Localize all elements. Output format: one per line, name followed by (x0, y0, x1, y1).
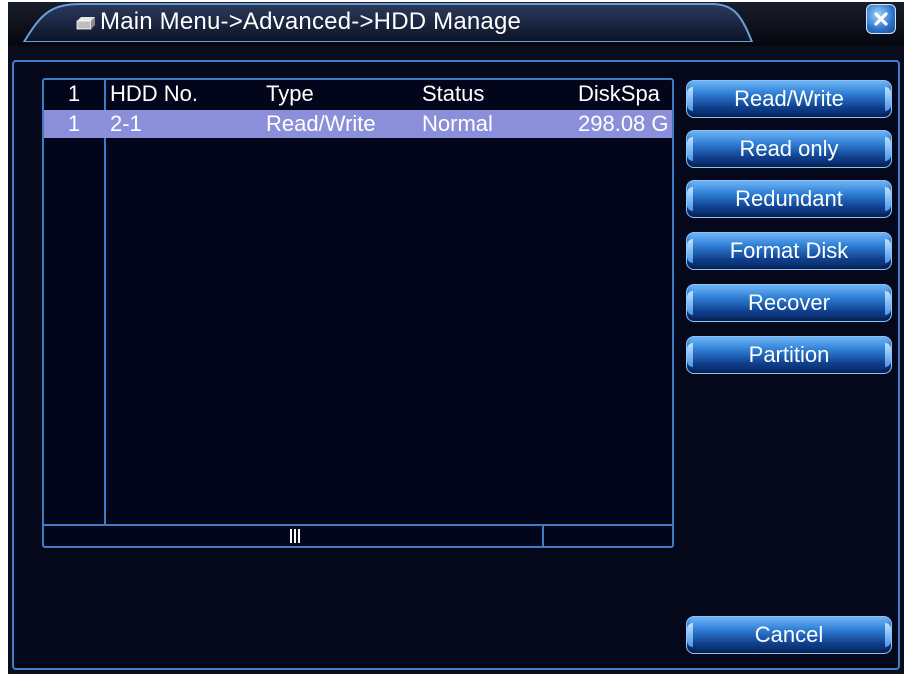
recover-button[interactable]: Recover (686, 284, 892, 322)
title-bar: Main Menu->Advanced->HDD Manage (8, 2, 904, 46)
row-hdd-no: 2-1 (110, 112, 142, 136)
row-status: Normal (422, 112, 493, 136)
header-index: 1 (67, 82, 81, 106)
scrollbar-thumb[interactable] (44, 526, 544, 546)
hdd-manage-window: Main Menu->Advanced->HDD Manage 1 HDD No… (8, 2, 904, 674)
row-type: Read/Write (266, 112, 376, 136)
table-row[interactable]: 1 2-1 Read/Write Normal 298.08 G (44, 110, 672, 138)
close-button[interactable] (866, 4, 896, 34)
horizontal-scrollbar[interactable] (44, 524, 672, 546)
column-divider (104, 80, 106, 526)
window-title: Main Menu->Advanced->HDD Manage (100, 8, 522, 35)
header-disk-space[interactable]: DiskSpa (578, 82, 672, 106)
table-header: 1 HDD No. Type Status DiskSpa (44, 80, 672, 108)
row-index: 1 (67, 112, 81, 136)
header-type[interactable]: Type (266, 82, 416, 106)
row-disk-space: 298.08 G (578, 112, 669, 136)
read-only-button[interactable]: Read only (686, 130, 892, 168)
title-tab: Main Menu->Advanced->HDD Manage (22, 2, 754, 42)
format-disk-button[interactable]: Format Disk (686, 232, 892, 270)
hdd-table[interactable]: 1 HDD No. Type Status DiskSpa 1 2-1 Read… (42, 78, 674, 548)
content-frame: 1 HDD No. Type Status DiskSpa 1 2-1 Read… (12, 60, 900, 670)
header-status[interactable]: Status (422, 82, 572, 106)
hdd-folder-icon (76, 15, 96, 31)
redundant-button[interactable]: Redundant (686, 180, 892, 218)
header-hdd-no[interactable]: HDD No. (110, 82, 260, 106)
read-write-button[interactable]: Read/Write (686, 80, 892, 118)
cancel-button[interactable]: Cancel (686, 616, 892, 654)
scroll-grip-icon (290, 529, 300, 543)
partition-button[interactable]: Partition (686, 336, 892, 374)
